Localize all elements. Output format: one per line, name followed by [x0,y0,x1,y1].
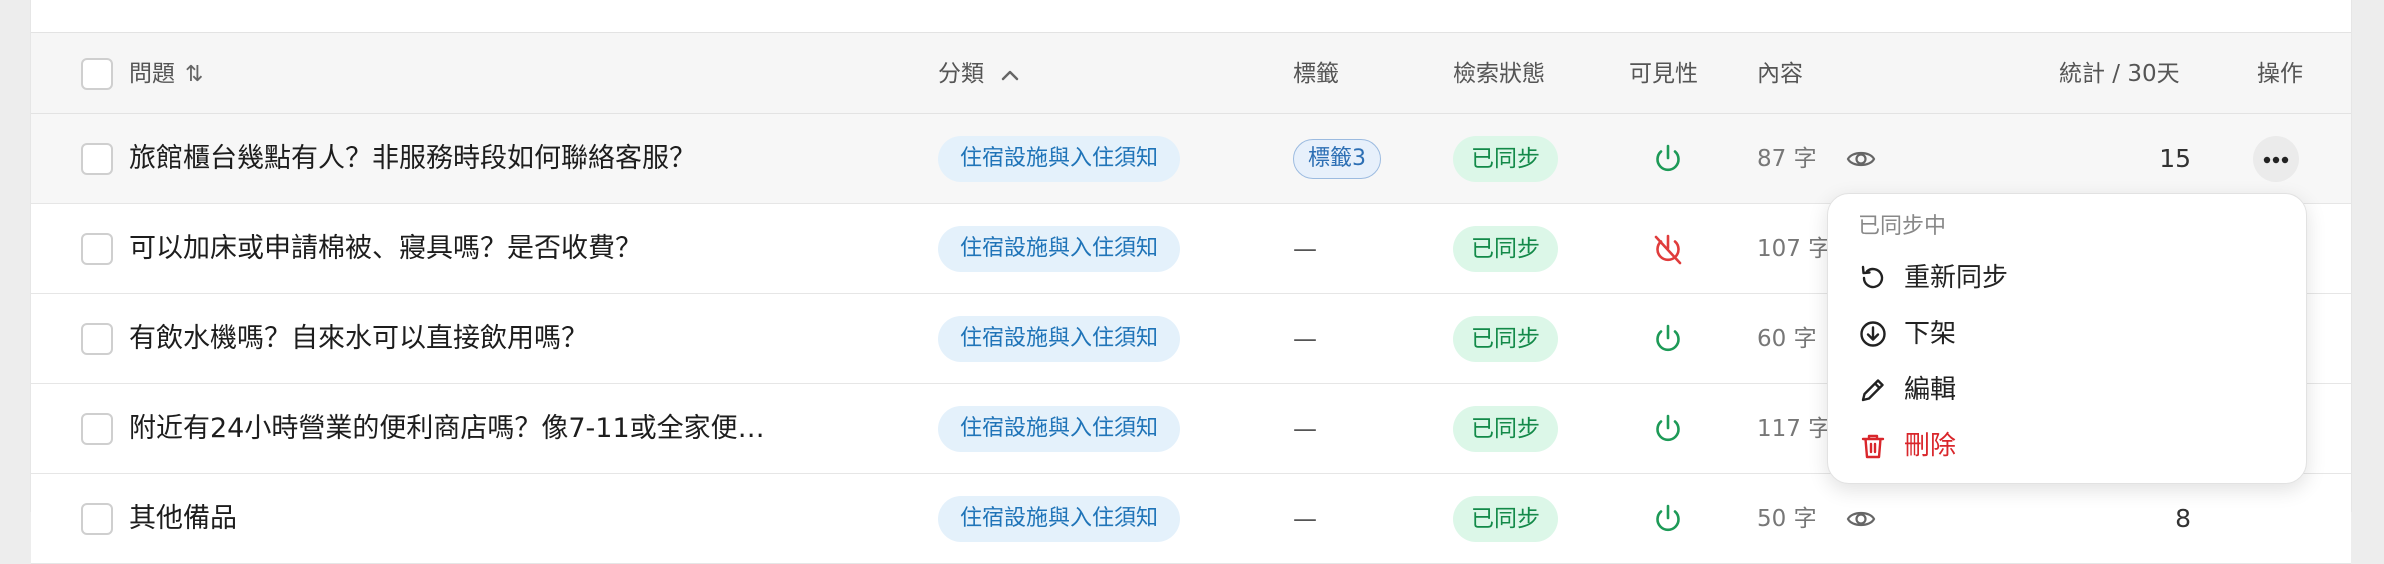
refresh-icon [1861,265,1884,289]
menu-item-delete[interactable]: 刪除 [1848,421,2288,471]
visibility-on-icon[interactable] [1651,502,1685,536]
more-actions-button[interactable] [2253,136,2299,182]
table-header: 問題 ⇅ 分類 標籤 檢索狀態 可見性 內容 統計 / 30天 操作 [31,32,2351,114]
row-checkbox[interactable] [81,233,113,265]
trash-icon [1861,434,1885,459]
question-text[interactable]: 旅館櫃台幾點有人？非服務時段如何聯絡客服？ [129,114,696,204]
row-actions-menu: 已同步中 重新同步 下架 編輯 刪除 [1827,193,2307,484]
eye-icon[interactable] [1845,144,1877,174]
tag-empty: — [1293,415,1317,443]
sort-icon[interactable]: ⇅ [185,62,203,87]
menu-status-label: 已同步中 [1858,214,1947,239]
sort-asc-icon[interactable] [994,62,1019,87]
header-tags: 標籤 [1293,61,1339,87]
menu-item-unpublish[interactable]: 下架 [1848,309,2288,359]
row-checkbox[interactable] [81,413,113,445]
status-badge: 已同步 [1453,136,1558,182]
status-badge: 已同步 [1453,406,1558,452]
row-checkbox[interactable] [81,143,113,175]
tag-empty: — [1293,235,1317,263]
header-actions: 操作 [2257,61,2303,87]
category-badge: 住宿設施與入住須知 [938,226,1181,272]
table-row[interactable]: 旅館櫃台幾點有人？非服務時段如何聯絡客服？ 住宿設施與入住須知 標籤3 已同步 … [31,114,2351,204]
table-row[interactable]: 其他備品 住宿設施與入住須知 — 已同步 50 字 8 [31,474,2351,564]
category-badge: 住宿設施與入住須知 [938,316,1181,362]
visibility-on-icon[interactable] [1651,412,1685,446]
stat-value: 8 [2175,504,2191,533]
question-text[interactable]: 可以加床或申請棉被、寢具嗎？是否收費？ [129,204,642,294]
eye-icon[interactable] [1845,504,1877,534]
ellipsis-icon [2263,156,2289,163]
question-text[interactable]: 有飲水機嗎？自來水可以直接飲用嗎？ [129,294,588,384]
status-badge: 已同步 [1453,496,1558,542]
content-length: 117 字 [1757,416,1832,442]
category-badge: 住宿設施與入住須知 [938,496,1181,542]
header-content: 內容 [1757,61,1803,87]
visibility-on-icon[interactable] [1651,322,1685,356]
content-length: 60 字 [1757,326,1817,352]
content-length: 87 字 [1757,146,1817,172]
category-badge: 住宿設施與入住須知 [938,136,1181,182]
menu-item-edit[interactable]: 編輯 [1848,365,2288,415]
download-circle-icon [1860,321,1886,347]
category-badge: 住宿設施與入住須知 [938,406,1181,452]
row-checkbox[interactable] [81,323,113,355]
stat-value: 15 [2159,144,2191,173]
content-length: 50 字 [1757,506,1817,532]
select-all-checkbox[interactable] [81,58,113,90]
header-category[interactable]: 分類 [938,33,1019,115]
tag-empty: — [1293,505,1317,533]
visibility-on-icon[interactable] [1651,142,1685,176]
row-checkbox[interactable] [81,503,113,535]
status-badge: 已同步 [1453,316,1558,362]
header-question[interactable]: 問題 ⇅ [129,33,203,115]
status-badge: 已同步 [1453,226,1558,272]
visibility-off-icon[interactable] [1651,232,1685,266]
question-text[interactable]: 其他備品 [129,474,237,564]
menu-item-resync[interactable]: 重新同步 [1848,253,2288,303]
question-text[interactable]: 附近有24小時營業的便利商店嗎？像7-11或全家便… [129,384,765,474]
header-stats: 統計 / 30天 [2059,61,2180,87]
header-visibility: 可見性 [1629,61,1698,87]
tag-chip: 標籤3 [1293,139,1381,179]
tag-empty: — [1293,325,1317,353]
header-index-status: 檢索狀態 [1453,61,1545,87]
content-length: 107 字 [1757,236,1832,262]
pencil-icon [1861,379,1884,402]
